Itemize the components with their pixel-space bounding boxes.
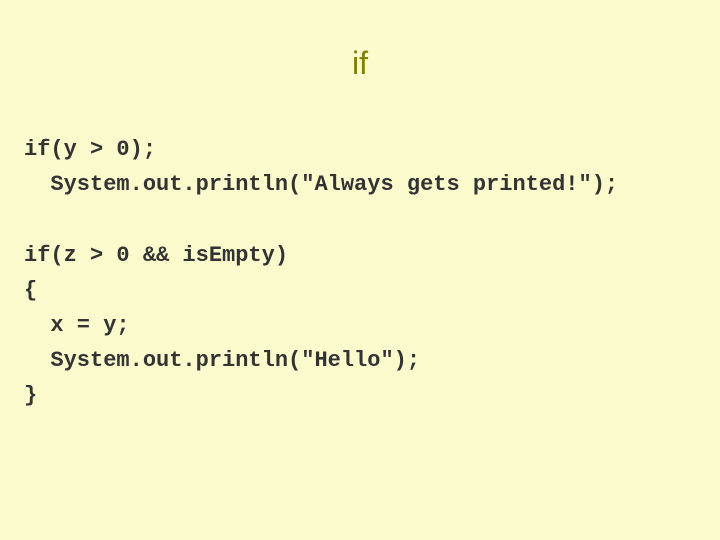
code-line: System.out.println("Hello"); <box>24 348 420 373</box>
code-line: System.out.println("Always gets printed!… <box>24 172 618 197</box>
slide-container: if if(y > 0); System.out.println("Always… <box>0 0 720 540</box>
code-line: if(z > 0 && isEmpty) <box>24 243 288 268</box>
code-line: { <box>24 278 37 303</box>
code-block: if(y > 0); System.out.println("Always ge… <box>0 132 720 414</box>
code-line: if(y > 0); <box>24 137 156 162</box>
code-line: } <box>24 383 37 408</box>
code-line: x = y; <box>24 313 130 338</box>
slide-title: if <box>0 0 720 132</box>
